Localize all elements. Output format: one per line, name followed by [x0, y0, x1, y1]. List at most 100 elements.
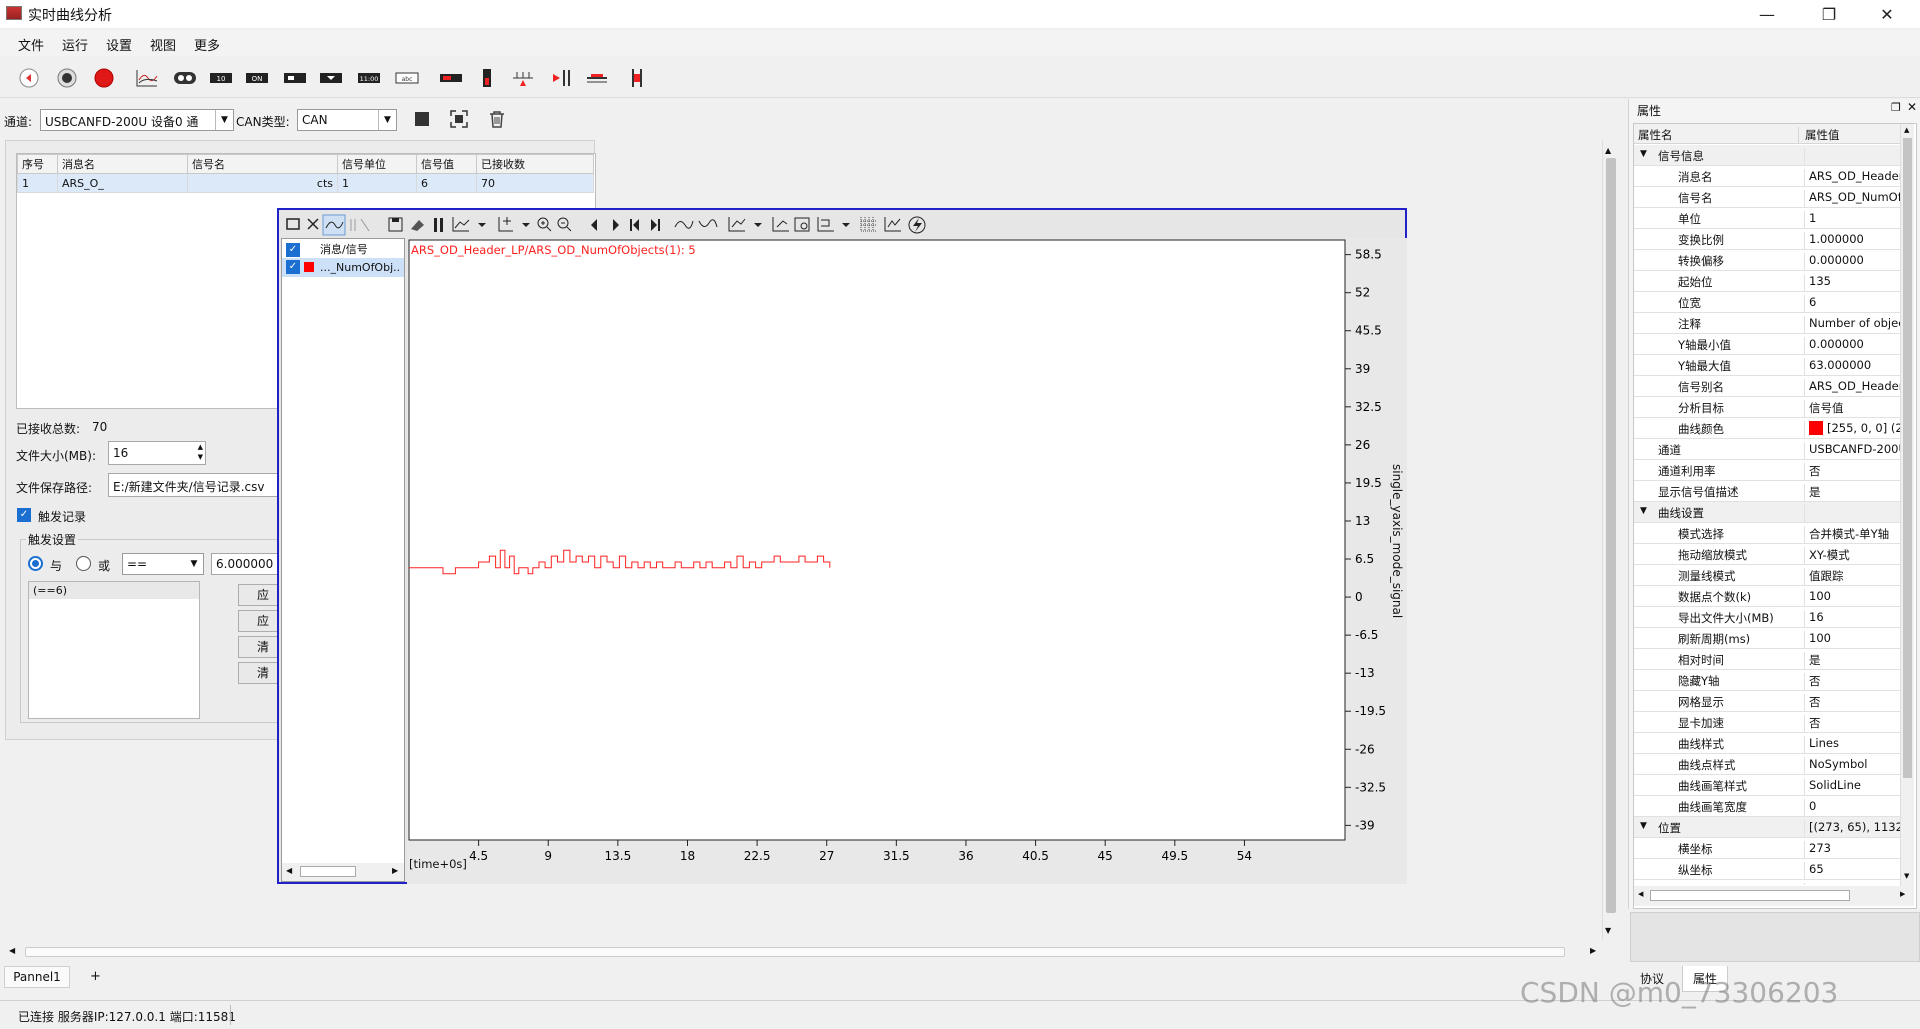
scroll-thumb[interactable]	[25, 947, 1565, 957]
property-value[interactable]: 0	[1804, 799, 1910, 817]
prev-icon[interactable]	[591, 219, 597, 231]
property-row[interactable]: 起始位 135	[1634, 271, 1910, 292]
property-row[interactable]: 曲线画笔样式 SolidLine	[1634, 775, 1910, 796]
float-icon[interactable]: ❐	[1891, 101, 1901, 114]
main-vertical-scrollbar[interactable]: ▲ ▼	[1602, 140, 1618, 940]
property-value[interactable]: 否	[1804, 694, 1910, 712]
zoom-in-icon[interactable]	[537, 217, 552, 232]
property-row[interactable]: 横坐标 273	[1634, 838, 1910, 859]
select-all-checkbox[interactable]: ✓	[286, 243, 300, 257]
property-value[interactable]: 否	[1804, 463, 1910, 481]
property-value[interactable]: 100	[1804, 589, 1910, 607]
band-icon[interactable]	[624, 67, 650, 89]
signal-select-icon[interactable]	[322, 214, 346, 236]
minimize-button[interactable]: —	[1744, 2, 1790, 28]
screenshot-icon[interactable]	[794, 217, 810, 232]
gpu-icon[interactable]	[908, 216, 926, 234]
property-row[interactable]: 转换偏移 0.000000	[1634, 250, 1910, 271]
next-icon[interactable]	[613, 219, 619, 231]
property-value[interactable]: [(273, 65), 1132 x	[1804, 820, 1910, 838]
trace-icon[interactable]	[698, 219, 718, 228]
property-value[interactable]: 6	[1804, 295, 1910, 313]
property-value[interactable]: SolidLine	[1804, 778, 1910, 796]
property-value[interactable]: 是	[1804, 652, 1910, 670]
expand-icon[interactable]: ▼	[1640, 149, 1647, 159]
close-button[interactable]: ✕	[1864, 2, 1910, 28]
spin-arrows-icon[interactable]: ▲ ▼	[198, 442, 203, 462]
split-icon[interactable]	[350, 218, 370, 232]
measure-icon[interactable]	[510, 67, 536, 89]
list-item[interactable]: (==6)	[29, 582, 199, 599]
time-icon[interactable]: 11:00	[356, 67, 382, 89]
expand-icon[interactable]: ▼	[1640, 821, 1647, 831]
property-row[interactable]: Y轴最大值 63.000000	[1634, 355, 1910, 376]
property-row[interactable]: 信号别名 ARS_OD_Header_l	[1634, 376, 1910, 397]
property-value[interactable]: [255, 0, 0] (25	[1804, 421, 1910, 439]
savepath-input[interactable]: E:/新建文件夹/信号记录.csv	[108, 473, 288, 497]
scroll-thumb[interactable]	[1903, 138, 1912, 778]
signal-checkbox[interactable]: ✓	[286, 260, 300, 274]
counter-icon[interactable]: 10	[208, 67, 234, 89]
property-group[interactable]: ▼ 位置 [(273, 65), 1132 x	[1634, 817, 1910, 838]
back-icon[interactable]	[16, 67, 42, 89]
scroll-right-icon[interactable]: ▶	[1590, 946, 1596, 955]
property-value[interactable]: 100	[1804, 631, 1910, 649]
property-value[interactable]: ARS_OD_Header_l	[1804, 379, 1910, 397]
property-row[interactable]: 通道利用率 否	[1634, 460, 1910, 481]
property-value[interactable]: 1132	[1804, 883, 1910, 885]
property-horizontal-scrollbar[interactable]: ◀ ▶	[1634, 886, 1914, 906]
plot-window[interactable]: ✓ 消息/信号 ✓ ..._NumOfObj.. ◀ ▶ 58.5 52 45.5 3…	[277, 208, 1407, 884]
property-row[interactable]: 显示信号值描述 是	[1634, 481, 1910, 502]
bar-icon[interactable]	[282, 67, 308, 89]
property-value[interactable]: 65	[1804, 862, 1910, 880]
menu-run[interactable]: 运行	[62, 35, 88, 54]
menu-more[interactable]: 更多	[194, 35, 220, 54]
property-value[interactable]: 135	[1804, 274, 1910, 292]
property-row[interactable]: 测量线模式 值跟踪	[1634, 565, 1910, 586]
measure-line-icon[interactable]	[674, 220, 694, 229]
property-row[interactable]: 显卡加速 否	[1634, 712, 1910, 733]
expand-icon[interactable]: ▼	[1640, 506, 1647, 516]
menu-settings[interactable]: 设置	[106, 35, 132, 54]
property-row[interactable]: 数据点个数(k) 100	[1634, 586, 1910, 607]
chevron-down-icon[interactable]	[522, 223, 530, 227]
property-row[interactable]: 纵坐标 65	[1634, 859, 1910, 880]
property-row[interactable]: 导出文件大小(MB) 16	[1634, 607, 1910, 628]
xy-scale-icon[interactable]	[498, 217, 513, 232]
menu-view[interactable]: 视图	[150, 35, 176, 54]
close-icon[interactable]	[307, 218, 319, 230]
scroll-left-icon[interactable]: ◀	[286, 866, 292, 875]
eraser-icon[interactable]	[411, 220, 424, 231]
property-value[interactable]: 1.000000	[1804, 232, 1910, 250]
property-row[interactable]: 位宽 6	[1634, 292, 1910, 313]
property-value[interactable]: XY-模式	[1804, 547, 1910, 565]
property-value[interactable]: 否	[1804, 673, 1910, 691]
scroll-thumb[interactable]	[300, 866, 356, 877]
property-value[interactable]: 0.000000	[1804, 253, 1910, 271]
scroll-right-icon[interactable]: ▶	[1900, 890, 1905, 898]
radio-and[interactable]	[28, 556, 43, 571]
auto-scale-icon[interactable]	[884, 217, 901, 232]
property-row[interactable]: 消息名 ARS_OD_Header_L	[1634, 166, 1910, 187]
can-type-select[interactable]: CAN ▼	[297, 109, 397, 131]
marker-icon[interactable]	[474, 67, 500, 89]
property-vertical-scrollbar[interactable]: ▲ ▼	[1900, 124, 1914, 886]
property-value[interactable]: 63.000000	[1804, 358, 1910, 376]
property-value[interactable]: Number of object	[1804, 316, 1910, 334]
link-icon[interactable]	[172, 67, 198, 89]
zoom-out-icon[interactable]	[557, 217, 572, 232]
property-value[interactable]: 合并模式-单Y轴	[1804, 526, 1910, 544]
export-icon[interactable]	[772, 217, 789, 232]
filesize-spinbox[interactable]: 16 ▲ ▼	[108, 441, 206, 465]
fit-view-icon[interactable]	[450, 110, 468, 131]
tab-pannel1[interactable]: Pannel1	[4, 966, 70, 988]
grid-icon[interactable]	[860, 217, 877, 232]
chart-mode-icon[interactable]	[728, 217, 746, 232]
trash-icon[interactable]	[488, 110, 506, 131]
list-item[interactable]: ✓ ..._NumOfObj..	[282, 258, 404, 277]
scroll-down-icon[interactable]: ▼	[1605, 926, 1611, 935]
main-horizontal-scrollbar[interactable]: ◀ ▶	[5, 944, 1602, 960]
channel-select[interactable]: USBCANFD-200U 设备0 通 ▼	[40, 109, 234, 131]
property-value[interactable]: 信号值	[1804, 400, 1910, 418]
line-chart[interactable]: 58.5 52 45.5 39 32.5 26 19.5 13 6.5 0 -6.5 -13 -19.5…	[407, 238, 1407, 884]
